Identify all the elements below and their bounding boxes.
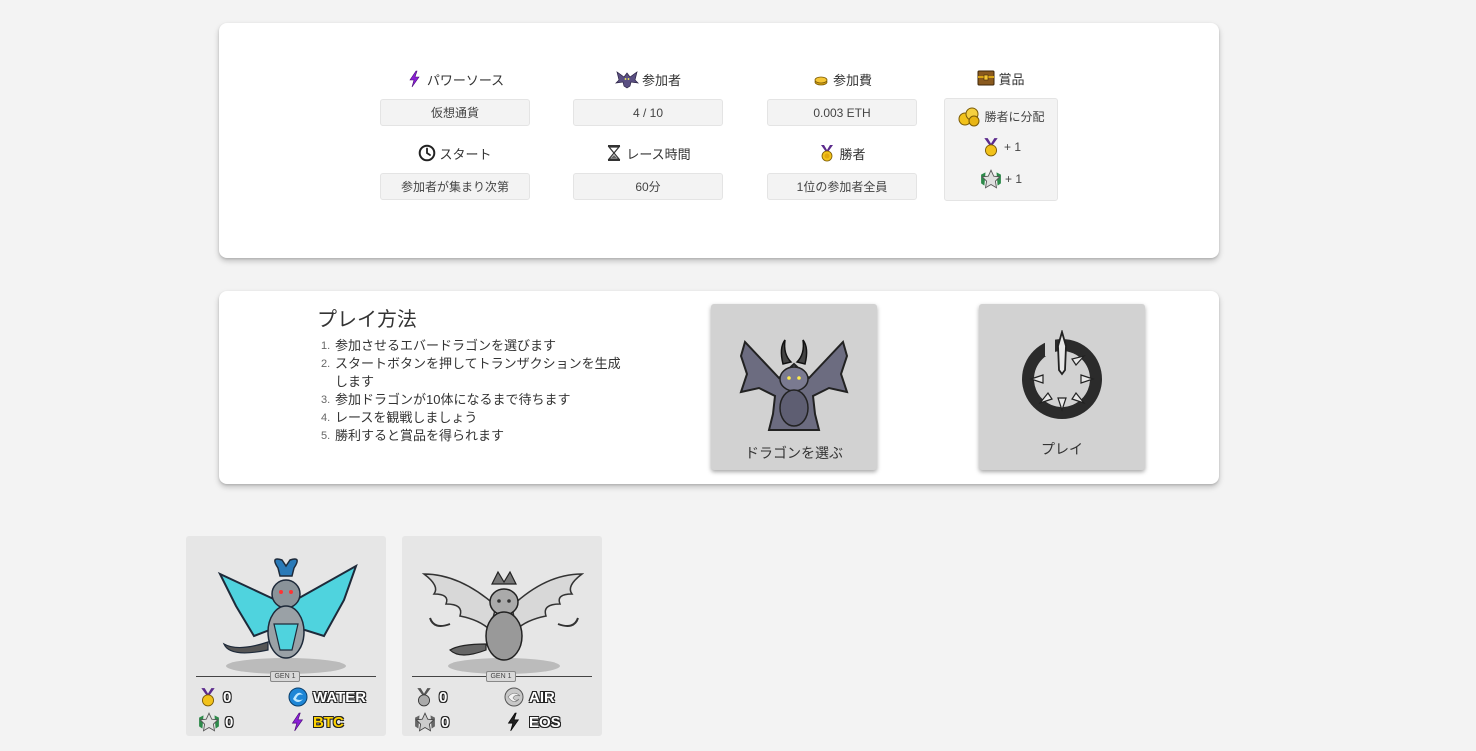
prize-item-star: + 1	[945, 169, 1057, 189]
star-badge-icon	[199, 712, 219, 732]
winner-label-text: 勝者	[839, 146, 866, 162]
air-element-icon	[504, 687, 524, 707]
howto-step: 2. スタートボタンを押してトランザクションを生成します	[321, 355, 631, 391]
race-time-label-text: レース時間	[626, 146, 691, 162]
gray-medal-icon	[417, 688, 431, 707]
element-stat: WATER	[288, 687, 366, 707]
water-dragon-image	[217, 558, 358, 674]
gargoyle-dragon-icon	[739, 339, 849, 431]
element-text: AIR	[529, 688, 555, 706]
prize-distribution: 勝者に分配	[945, 105, 1057, 127]
step-text: 参加させるエバードラゴンを選びます	[335, 338, 557, 353]
power-source-label: パワーソース	[380, 68, 530, 90]
step-number: 1.	[321, 340, 331, 352]
prize-box: 勝者に分配 + 1 + 1	[944, 98, 1058, 201]
howto-card: プレイ方法 1. 参加させるエバードラゴンを選びます 2. スタートボタンを押してト…	[219, 291, 1219, 484]
prize-distribution-text: 勝者に分配	[984, 109, 1045, 124]
winner-label: 勝者	[767, 142, 917, 164]
howto-steps: 1. 参加させるエバードラゴンを選びます 2. スタートボタンを押してトランザクショ…	[321, 337, 631, 445]
race-time-label: レース時間	[573, 142, 723, 164]
select-dragon-label: ドラゴンを選ぶ	[745, 445, 843, 461]
gold-coins-icon	[958, 107, 980, 127]
winner-value: 1位の参加者全員	[767, 173, 917, 200]
lightning-icon	[507, 712, 520, 732]
power-icon	[1022, 330, 1102, 419]
medal-icon	[821, 145, 834, 162]
coin-icon	[814, 76, 828, 86]
prize-medal-count: + 1	[1003, 140, 1021, 154]
power-source-value: 仮想通貨	[380, 99, 530, 126]
power-stat: BTC	[288, 712, 344, 732]
entry-fee-label-text: 参加費	[832, 72, 872, 88]
dragon-card[interactable]: GEN 1 0 0 WATER BTC	[186, 536, 386, 736]
star-count-text: 0	[441, 713, 450, 731]
entry-fee-value: 0.003 ETH	[767, 99, 917, 126]
howto-step: 5. 勝利すると賞品を得られます	[321, 427, 631, 445]
play-button[interactable]: プレイ	[979, 304, 1145, 470]
air-dragon-image	[421, 570, 584, 674]
star-count: 0	[414, 712, 449, 732]
star-count: 0	[198, 712, 233, 732]
power-stat: EOS	[504, 712, 561, 732]
participants-label-text: 参加者	[641, 72, 681, 88]
medal-count-text: 0	[223, 688, 232, 706]
dragon-card[interactable]: GEN 1 0 0 AIR EOS	[402, 536, 602, 736]
gen-tag: GEN 1	[486, 671, 516, 682]
star-badge-icon	[981, 169, 1001, 189]
prize-label: 賞品	[926, 67, 1076, 89]
prize-label-text: 賞品	[998, 71, 1025, 87]
element-stat: AIR	[504, 687, 555, 707]
clock-icon	[419, 144, 436, 162]
water-element-icon	[288, 687, 308, 707]
step-text: スタートボタンを押してトランザクションを生成します	[335, 356, 621, 389]
select-dragon-button[interactable]: ドラゴンを選ぶ	[711, 304, 877, 470]
power-text: EOS	[529, 713, 561, 731]
bat-dragon-icon	[614, 71, 639, 89]
start-label-text: スタート	[439, 146, 492, 162]
gen-tag: GEN 1	[270, 671, 300, 682]
step-text: 参加ドラゴンが10体になるまで待ちます	[335, 392, 571, 407]
lightning-icon	[409, 70, 420, 88]
participants-value: 4 / 10	[573, 99, 723, 126]
start-value: 参加者が集まり次第	[380, 173, 530, 200]
howto-step: 4. レースを観戦しましょう	[321, 409, 631, 427]
prize-item-medal: + 1	[945, 137, 1057, 157]
howto-step: 1. 参加させるエバードラゴンを選びます	[321, 337, 631, 355]
power-text: BTC	[313, 713, 344, 731]
howto-step: 3. 参加ドラゴンが10体になるまで待ちます	[321, 391, 631, 409]
medal-count-text: 0	[439, 688, 448, 706]
gold-medal-icon	[984, 138, 998, 157]
prize-star-count: + 1	[1004, 172, 1022, 186]
step-number: 2.	[321, 358, 331, 370]
entry-fee-label: 参加費	[767, 68, 917, 90]
howto-title: プレイ方法	[317, 309, 417, 331]
medal-count: 0	[414, 687, 447, 707]
play-label: プレイ	[1041, 441, 1083, 457]
gray-star-badge-icon	[415, 712, 435, 732]
hourglass-icon	[608, 145, 621, 161]
lightning-icon	[291, 712, 304, 732]
step-text: レースを観戦しましょう	[335, 410, 478, 425]
medal-count: 0	[198, 687, 231, 707]
step-text: 勝利すると賞品を得られます	[335, 428, 505, 443]
step-number: 5.	[321, 430, 331, 442]
race-info-card: パワーソース 仮想通貨 スタート 参加者が集まり次第 参加者 4 / 10 レー…	[219, 23, 1219, 258]
star-count-text: 0	[225, 713, 234, 731]
element-text: WATER	[313, 688, 367, 706]
step-number: 4.	[321, 412, 331, 424]
race-time-value: 60分	[573, 173, 723, 200]
start-label: スタート	[380, 142, 530, 164]
treasure-chest-icon	[977, 70, 995, 86]
participants-label: 参加者	[573, 68, 723, 90]
power-source-label-text: パワーソース	[426, 72, 505, 88]
gold-medal-icon	[201, 688, 215, 707]
step-number: 3.	[321, 394, 331, 406]
